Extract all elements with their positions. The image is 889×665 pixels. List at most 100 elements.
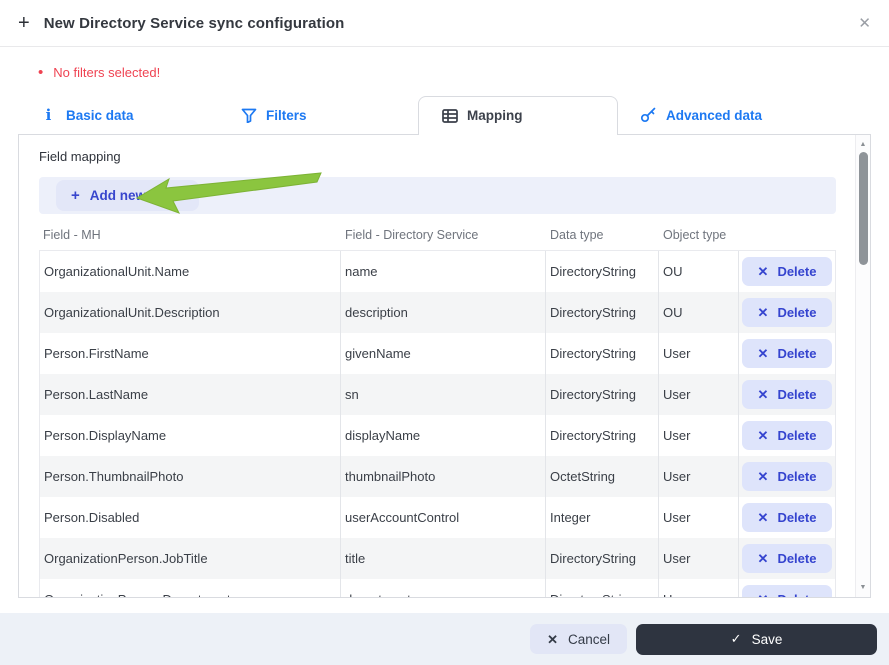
delete-label: Delete bbox=[777, 428, 817, 443]
add-value-bar: + Add new value bbox=[39, 172, 836, 214]
delete-button[interactable]: ✕ Delete bbox=[741, 585, 833, 597]
scroll-up-icon[interactable]: ▲ bbox=[856, 141, 870, 148]
cell-actions: ✕ Delete bbox=[739, 456, 835, 497]
cell-field-ds: thumbnailPhoto bbox=[341, 456, 546, 497]
scrollbar-thumb[interactable] bbox=[859, 152, 868, 265]
x-icon: ✕ bbox=[757, 387, 769, 402]
cell-data-type: DirectoryString bbox=[546, 333, 659, 374]
add-button-label: Add new value bbox=[89, 188, 185, 203]
delete-button[interactable]: ✕ Delete bbox=[741, 339, 833, 368]
field-mapping-table: Field - MH Field - Directory Service Dat… bbox=[39, 219, 836, 597]
vertical-scrollbar[interactable]: ▲ ▼ bbox=[855, 135, 870, 597]
cell-field-mh: Person.FirstName bbox=[40, 333, 341, 374]
delete-button[interactable]: ✕ Delete bbox=[741, 544, 833, 573]
table-row: Person.FirstName givenName DirectoryString… bbox=[40, 333, 835, 374]
tab-basic-data[interactable]: i Basic data bbox=[18, 96, 218, 134]
x-icon: ✕ bbox=[757, 428, 769, 443]
cell-field-mh: Person.LastName bbox=[40, 374, 341, 415]
cell-object-type: User bbox=[659, 374, 739, 415]
x-icon: ✕ bbox=[758, 593, 769, 597]
table-row: Person.DisplayName displayName DirectorySt… bbox=[40, 415, 835, 456]
x-icon: ✕ bbox=[757, 510, 769, 525]
check-icon: ✓ bbox=[730, 631, 742, 646]
table-row: OrganizationPerson.JobTitle title Director… bbox=[40, 538, 835, 579]
cell-actions: ✕ Delete bbox=[739, 497, 835, 538]
delete-label: Delete bbox=[777, 346, 817, 361]
cell-field-mh: Person.DisplayName bbox=[40, 415, 341, 456]
table-header-row: Field - MH Field - Directory Service Dat… bbox=[39, 219, 836, 250]
cell-data-type: DirectoryString bbox=[546, 538, 659, 579]
cell-object-type: OU bbox=[659, 251, 739, 292]
close-icon[interactable]: ✕ bbox=[858, 16, 871, 31]
tab-advanced-data[interactable]: Advanced data bbox=[618, 96, 818, 134]
x-icon: ✕ bbox=[757, 264, 769, 279]
sync-configuration-dialog: + New Directory Service sync configurati… bbox=[0, 0, 889, 665]
delete-button[interactable]: ✕ Delete bbox=[741, 462, 833, 491]
tab-filters[interactable]: Filters bbox=[218, 96, 418, 134]
tab-mapping[interactable]: Mapping bbox=[418, 96, 618, 135]
cancel-button[interactable]: ✕ Cancel bbox=[530, 624, 627, 654]
cell-field-ds: title bbox=[341, 538, 546, 579]
plus-icon: + bbox=[71, 186, 80, 204]
table-icon bbox=[441, 108, 458, 123]
cell-actions: ✕ Delete bbox=[739, 579, 835, 597]
cell-actions: ✕ Delete bbox=[739, 292, 835, 333]
delete-label: Delete bbox=[777, 510, 817, 525]
save-button[interactable]: ✓ Save bbox=[636, 623, 877, 655]
delete-button[interactable]: ✕ Delete bbox=[741, 380, 833, 409]
table-row: OrganizationalUnit.Name name DirectoryStri… bbox=[40, 251, 835, 292]
tab-label: Mapping bbox=[467, 108, 523, 123]
table-row: Person.LastName sn DirectoryString User ✕ Del… bbox=[40, 374, 835, 415]
cancel-label: Cancel bbox=[567, 631, 610, 647]
filter-icon bbox=[240, 108, 257, 123]
table-row: OrganizationPerson.DepartmentdepartmentD… bbox=[40, 579, 835, 597]
cell-data-type: DirectoryString bbox=[546, 251, 659, 292]
delete-label: Delete bbox=[777, 305, 817, 320]
delete-label: Delete bbox=[777, 592, 816, 597]
delete-button[interactable]: ✕ Delete bbox=[741, 257, 833, 286]
cell-field-mh: OrganizationalUnit.Name bbox=[40, 251, 341, 292]
x-icon: ✕ bbox=[757, 305, 769, 320]
table-row: Person.ThumbnailPhoto thumbnailPhoto Octet… bbox=[40, 456, 835, 497]
tab-label: Advanced data bbox=[666, 107, 763, 123]
tab-bar: i Basic data Filters Mapping Advanced da… bbox=[18, 96, 889, 135]
delete-label: Delete bbox=[777, 264, 817, 279]
delete-button[interactable]: ✕ Delete bbox=[741, 421, 833, 450]
validation-alert: • No filters selected! bbox=[38, 64, 889, 80]
cell-object-type: User bbox=[659, 579, 739, 597]
cell-field-ds: name bbox=[341, 251, 546, 292]
table-body: OrganizationalUnit.Name name DirectoryStri… bbox=[39, 250, 836, 597]
section-title: Field mapping bbox=[39, 149, 121, 164]
delete-button[interactable]: ✕ Delete bbox=[741, 503, 833, 532]
alert-text: No filters selected! bbox=[53, 64, 161, 80]
cell-data-type: OctetString bbox=[546, 456, 659, 497]
cell-field-ds: description bbox=[341, 292, 546, 333]
column-header-field-mh: Field - MH bbox=[43, 227, 101, 242]
key-icon bbox=[640, 107, 657, 123]
mapping-panel: Field mapping + Add new value Field - MH… bbox=[18, 134, 871, 598]
tab-label: Basic data bbox=[66, 107, 134, 123]
cell-actions: ✕ Delete bbox=[739, 251, 835, 292]
cell-actions: ✕ Delete bbox=[739, 538, 835, 579]
add-new-value-button[interactable]: + Add new value bbox=[56, 180, 200, 211]
tab-label: Filters bbox=[266, 107, 307, 123]
x-icon: ✕ bbox=[757, 551, 769, 566]
cell-field-mh: Person.Disabled bbox=[40, 497, 341, 538]
cell-data-type: DirectoryString bbox=[546, 374, 659, 415]
cell-field-ds: sn bbox=[341, 374, 546, 415]
cell-field-ds: userAccountControl bbox=[341, 497, 546, 538]
delete-label: Delete bbox=[777, 551, 817, 566]
x-icon: ✕ bbox=[757, 469, 769, 484]
cell-object-type: User bbox=[659, 538, 739, 579]
cell-object-type: User bbox=[659, 333, 739, 374]
cell-actions: ✕ Delete bbox=[739, 333, 835, 374]
cell-field-mh: OrganizationalUnit.Description bbox=[40, 292, 341, 333]
table-row: OrganizationalUnit.Description descriptio… bbox=[40, 292, 835, 333]
cell-data-type: DirectoryString bbox=[546, 292, 659, 333]
cell-actions: ✕ Delete bbox=[739, 374, 835, 415]
dialog-title: New Directory Service sync configuration bbox=[43, 14, 345, 32]
info-icon: i bbox=[45, 105, 52, 124]
column-header-data-type: Data type bbox=[550, 227, 604, 242]
delete-button[interactable]: ✕ Delete bbox=[741, 298, 833, 327]
scroll-down-icon[interactable]: ▼ bbox=[856, 584, 870, 591]
